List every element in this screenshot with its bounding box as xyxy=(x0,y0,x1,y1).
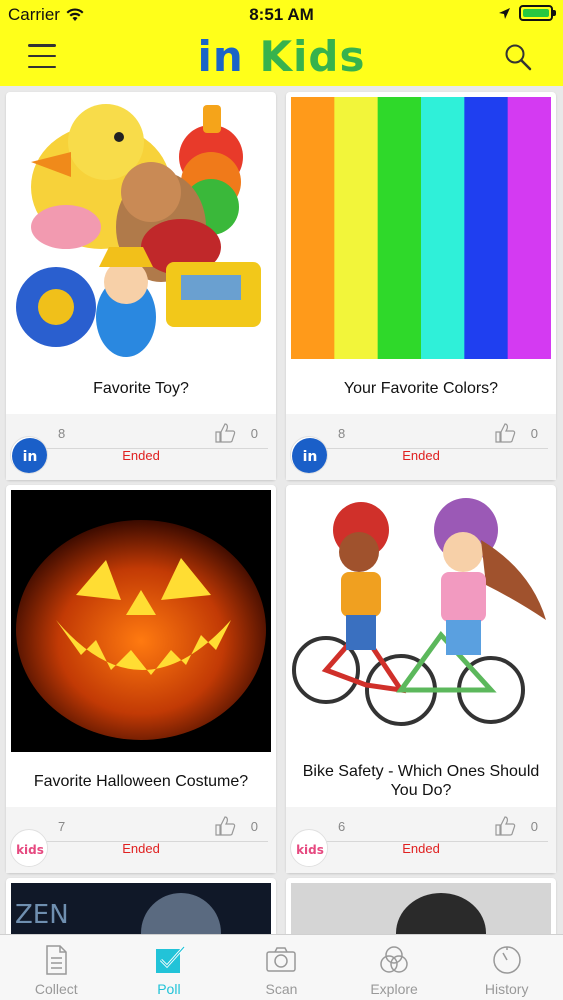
poll-card[interactable]: Your Favorite Colors? in 8 0 Ended xyxy=(286,92,556,480)
tab-label: History xyxy=(484,981,529,997)
tab-label: Scan xyxy=(265,981,298,997)
like-count: 0 xyxy=(250,426,258,441)
dark-photo-image xyxy=(291,883,551,934)
circles-icon xyxy=(380,946,408,973)
like-count: 0 xyxy=(530,819,538,834)
poll-footer: kids 6 0 Ended xyxy=(286,807,556,873)
tab-label: Collect xyxy=(34,981,78,997)
jack-o-lantern-image xyxy=(11,490,271,752)
svg-text:ZEN: ZEN xyxy=(15,900,69,930)
poll-card[interactable]: Bike Safety - Which Ones Should You Do? … xyxy=(286,485,556,873)
poll-footer: kids 7 0 Ended xyxy=(6,807,276,873)
camera-icon xyxy=(266,947,297,972)
logo-kids: Kids xyxy=(259,32,366,81)
poll-card[interactable] xyxy=(286,878,556,934)
poll-title: Bike Safety - Which Ones Should You Do? xyxy=(302,763,540,799)
logo-in: in xyxy=(197,32,244,81)
poll-title: Favorite Halloween Costume? xyxy=(33,772,249,790)
status-badge: Ended xyxy=(122,841,160,856)
checkbox-icon xyxy=(155,945,186,973)
poll-grid: Favorite Toy? in 8 0 Ended Your Favorite… xyxy=(0,86,563,934)
color-stripe xyxy=(464,97,509,359)
app-logo: in Kids xyxy=(0,32,563,81)
toys-image xyxy=(11,97,271,359)
color-stripe xyxy=(507,97,551,359)
kids-on-bikes-image xyxy=(291,490,551,752)
status-badge: Ended xyxy=(122,448,160,463)
dark-photo-image: ZEN xyxy=(11,883,271,934)
tab-label: Explore xyxy=(370,981,418,997)
clock-icon xyxy=(492,946,521,974)
search-icon[interactable] xyxy=(503,42,533,72)
app-header: in Kids xyxy=(0,30,563,86)
poll-title: Your Favorite Colors? xyxy=(343,379,499,397)
voter-count: 8 xyxy=(58,426,66,441)
status-badge: Ended xyxy=(402,841,440,856)
color-stripe xyxy=(334,97,379,359)
like-count: 0 xyxy=(530,426,538,441)
tab-explore[interactable]: Explore xyxy=(338,935,451,1000)
tab-scan[interactable]: Scan xyxy=(225,935,338,1000)
document-icon xyxy=(46,945,68,975)
battery-icon xyxy=(519,5,556,21)
thumbs-up-icon[interactable] xyxy=(214,815,236,837)
status-badge: Ended xyxy=(402,448,440,463)
poll-card[interactable]: Favorite Toy? in 8 0 Ended xyxy=(6,92,276,480)
status-bar: Carrier 8:51 AM xyxy=(0,0,563,30)
color-stripe xyxy=(421,97,465,359)
poll-footer: in 8 0 Ended xyxy=(286,414,556,480)
location-arrow-icon xyxy=(499,7,510,19)
poll-card[interactable]: ZEN xyxy=(6,878,276,934)
tab-bar: Collect Poll Scan Explore History xyxy=(0,934,563,1000)
poll-title: Favorite Toy? xyxy=(93,379,189,397)
tab-label: Poll xyxy=(157,981,181,997)
thumbs-up-icon[interactable] xyxy=(494,422,516,444)
tab-history[interactable]: History xyxy=(450,935,563,1000)
voter-count: 6 xyxy=(338,819,346,834)
voter-count: 7 xyxy=(58,819,66,834)
color-stripe xyxy=(377,97,422,359)
color-stripe xyxy=(291,97,335,359)
thumbs-up-icon[interactable] xyxy=(214,422,236,444)
thumbs-up-icon[interactable] xyxy=(494,815,516,837)
status-time: 8:51 AM xyxy=(249,5,314,24)
poll-footer: in 8 0 Ended xyxy=(6,414,276,480)
like-count: 0 xyxy=(250,819,258,834)
tab-collect[interactable]: Collect xyxy=(0,935,113,1000)
poll-card[interactable]: Favorite Halloween Costume? kids 7 0 End… xyxy=(6,485,276,873)
voter-count: 8 xyxy=(338,426,346,441)
color-stripes-image xyxy=(291,97,551,359)
tab-poll[interactable]: Poll xyxy=(113,935,226,1000)
